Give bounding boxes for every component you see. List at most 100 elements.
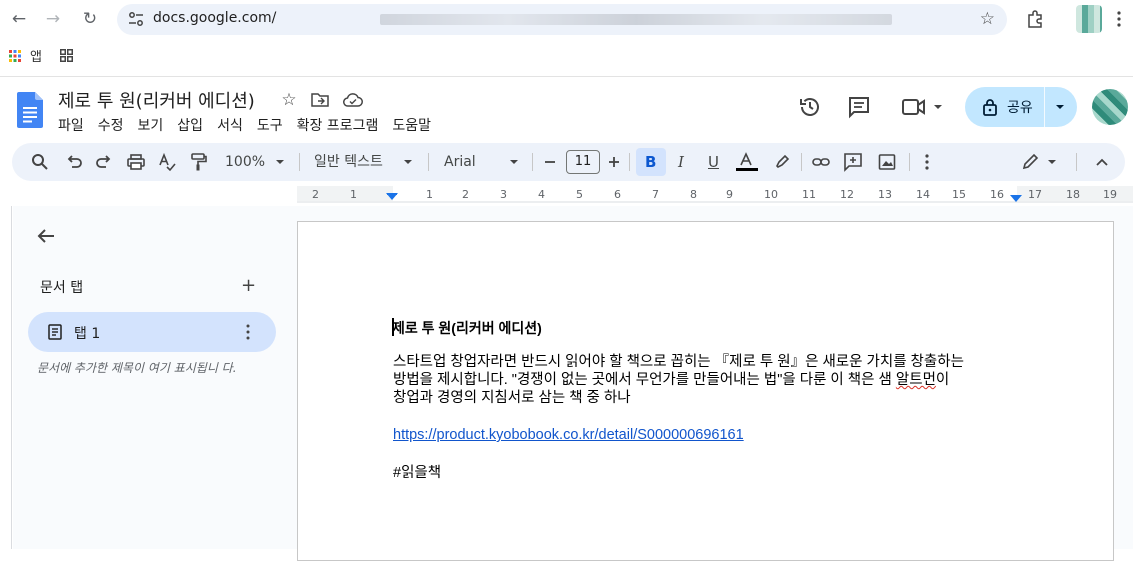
spellcheck-icon[interactable] bbox=[158, 152, 176, 172]
toolbar-divider bbox=[299, 153, 300, 171]
print-icon[interactable] bbox=[127, 152, 145, 172]
share-divider bbox=[1044, 87, 1045, 127]
more-options-icon[interactable] bbox=[924, 152, 930, 172]
left-indent-marker-icon[interactable] bbox=[386, 193, 398, 203]
meet-video-icon[interactable] bbox=[902, 95, 944, 119]
url-text: docs.google.com/ bbox=[153, 10, 277, 26]
editing-mode-icon[interactable] bbox=[1022, 152, 1056, 172]
extensions-icon[interactable] bbox=[1025, 9, 1045, 29]
back-arrow-icon[interactable]: ← bbox=[9, 9, 29, 29]
paragraph-text: 이 bbox=[935, 372, 950, 388]
address-bar[interactable]: docs.google.com/ ☆ bbox=[117, 4, 1007, 35]
menu-tools[interactable]: 도구 bbox=[257, 115, 283, 135]
menu-view[interactable]: 보기 bbox=[138, 115, 164, 135]
menu-edit[interactable]: 수정 bbox=[98, 115, 124, 135]
insert-link-icon[interactable] bbox=[812, 152, 830, 172]
redo-icon[interactable] bbox=[96, 152, 112, 172]
font-chevron-down-icon[interactable] bbox=[509, 152, 519, 172]
cloud-saved-icon[interactable] bbox=[343, 92, 363, 108]
style-chevron-down-icon[interactable] bbox=[403, 152, 413, 172]
share-label: 공유 bbox=[1007, 100, 1033, 116]
insert-image-icon[interactable] bbox=[878, 152, 896, 172]
document-tabs-heading: 문서 탭 bbox=[40, 280, 84, 296]
tabs-hint-text: 문서에 추가한 제목이 여기 표시됩니 다. bbox=[37, 361, 237, 375]
paragraph-line: 스타트업 창업자라면 반드시 읽어야 할 책으로 꼽히는 『제로 투 원』은 새… bbox=[393, 354, 964, 370]
text-cursor bbox=[392, 318, 394, 336]
reload-icon[interactable]: ↻ bbox=[80, 9, 100, 29]
toolbar-divider bbox=[801, 153, 802, 171]
decrease-font-icon[interactable] bbox=[544, 152, 556, 172]
chevron-up-icon[interactable] bbox=[1095, 152, 1109, 172]
chrome-divider bbox=[0, 76, 1133, 77]
ruler-label: 2 bbox=[312, 188, 319, 201]
add-comment-icon[interactable] bbox=[844, 152, 862, 172]
ruler-label: 1 bbox=[350, 188, 357, 201]
menu-format[interactable]: 서식 bbox=[217, 115, 243, 135]
italic-icon[interactable]: I bbox=[678, 152, 684, 172]
star-icon[interactable]: ☆ bbox=[279, 90, 299, 110]
zoom-select[interactable]: 100% bbox=[225, 152, 265, 172]
version-history-icon[interactable] bbox=[798, 95, 822, 119]
text-color-icon[interactable] bbox=[736, 152, 758, 172]
apps-grid-icon[interactable] bbox=[9, 50, 21, 62]
horizontal-ruler[interactable]: 2 1 1 2 3 4 5 6 7 8 9 10 11 12 13 14 15 … bbox=[297, 186, 1133, 203]
document-link[interactable]: https://product.kyobobook.co.kr/detail/S… bbox=[393, 427, 744, 443]
ruler-label: 13 bbox=[878, 188, 892, 201]
add-tab-icon[interactable]: + bbox=[241, 277, 256, 295]
toolbar-divider bbox=[428, 153, 429, 171]
move-folder-icon[interactable] bbox=[311, 92, 329, 108]
bookmark-star-icon[interactable]: ☆ bbox=[980, 9, 995, 29]
paint-format-icon[interactable] bbox=[190, 152, 208, 172]
document-title[interactable]: 제로 투 원(리커버 에디션) bbox=[58, 87, 255, 113]
docs-logo-icon[interactable] bbox=[17, 92, 43, 128]
bookmark-apps-label[interactable]: 앱 bbox=[30, 46, 42, 65]
toolbar-divider bbox=[532, 153, 533, 171]
formatting-toolbar: 100% 일반 텍스트 Arial 11 B I U bbox=[12, 143, 1125, 181]
profile-avatar[interactable] bbox=[1076, 5, 1102, 33]
document-heading[interactable]: 제로 투 원(리커버 에디션) bbox=[392, 318, 542, 338]
share-button[interactable]: 공유 bbox=[965, 87, 1077, 127]
ruler-label: 11 bbox=[802, 188, 816, 201]
font-select[interactable]: Arial bbox=[444, 152, 476, 172]
menu-help[interactable]: 도움말 bbox=[392, 115, 431, 135]
tab-groups-icon[interactable] bbox=[60, 49, 73, 62]
vertical-ruler[interactable] bbox=[0, 206, 12, 549]
menu-extensions[interactable]: 확장 프로그램 bbox=[297, 115, 379, 135]
document-tab-icon bbox=[48, 324, 62, 340]
undo-icon[interactable] bbox=[66, 152, 82, 172]
document-paragraph[interactable]: 스타트업 창업자라면 반드시 읽어야 할 책으로 꼽히는 『제로 투 원』은 새… bbox=[393, 353, 1013, 407]
tab-item-1[interactable]: 탭 1 bbox=[28, 312, 276, 352]
ruler-label: 18 bbox=[1066, 188, 1080, 201]
chevron-down-icon[interactable] bbox=[1054, 101, 1066, 113]
back-arrow-icon[interactable] bbox=[36, 226, 56, 246]
style-select[interactable]: 일반 텍스트 bbox=[314, 152, 383, 172]
menu-file[interactable]: 파일 bbox=[58, 115, 84, 135]
document-hashtag[interactable]: #읽을책 bbox=[393, 461, 441, 482]
underline-icon[interactable]: U bbox=[708, 152, 719, 172]
misspelled-word[interactable]: 알트먼 bbox=[896, 372, 936, 388]
search-menu-icon[interactable] bbox=[31, 152, 49, 172]
browser-menu-icon[interactable] bbox=[1116, 9, 1122, 29]
account-avatar[interactable] bbox=[1092, 89, 1128, 125]
comments-icon[interactable] bbox=[847, 95, 871, 119]
ruler-label: 7 bbox=[652, 188, 659, 201]
site-info-icon[interactable] bbox=[127, 10, 145, 28]
paragraph-line: 창업과 경영의 지침서로 삼는 책 중 하나 bbox=[393, 390, 631, 406]
ruler-label: 6 bbox=[614, 188, 621, 201]
font-size-input[interactable]: 11 bbox=[566, 150, 600, 174]
zoom-chevron-down-icon[interactable] bbox=[275, 152, 285, 172]
menu-bar: 파일 수정 보기 삽입 서식 도구 확장 프로그램 도움말 bbox=[58, 115, 431, 135]
tab-more-options-icon[interactable] bbox=[246, 323, 250, 341]
ruler-label: 3 bbox=[500, 188, 507, 201]
bookmarks-bar: 앱 bbox=[0, 42, 1133, 68]
ruler-label: 1 bbox=[426, 188, 433, 201]
right-indent-marker-icon[interactable] bbox=[1010, 195, 1022, 203]
url-blurred bbox=[380, 14, 892, 25]
toolbar-divider bbox=[629, 153, 630, 171]
forward-arrow-icon[interactable]: → bbox=[43, 9, 63, 29]
highlight-icon[interactable] bbox=[774, 152, 790, 172]
ruler-label: 5 bbox=[576, 188, 583, 201]
menu-insert[interactable]: 삽입 bbox=[177, 115, 203, 135]
increase-font-icon[interactable] bbox=[608, 152, 620, 172]
bold-icon[interactable]: B bbox=[645, 152, 656, 172]
